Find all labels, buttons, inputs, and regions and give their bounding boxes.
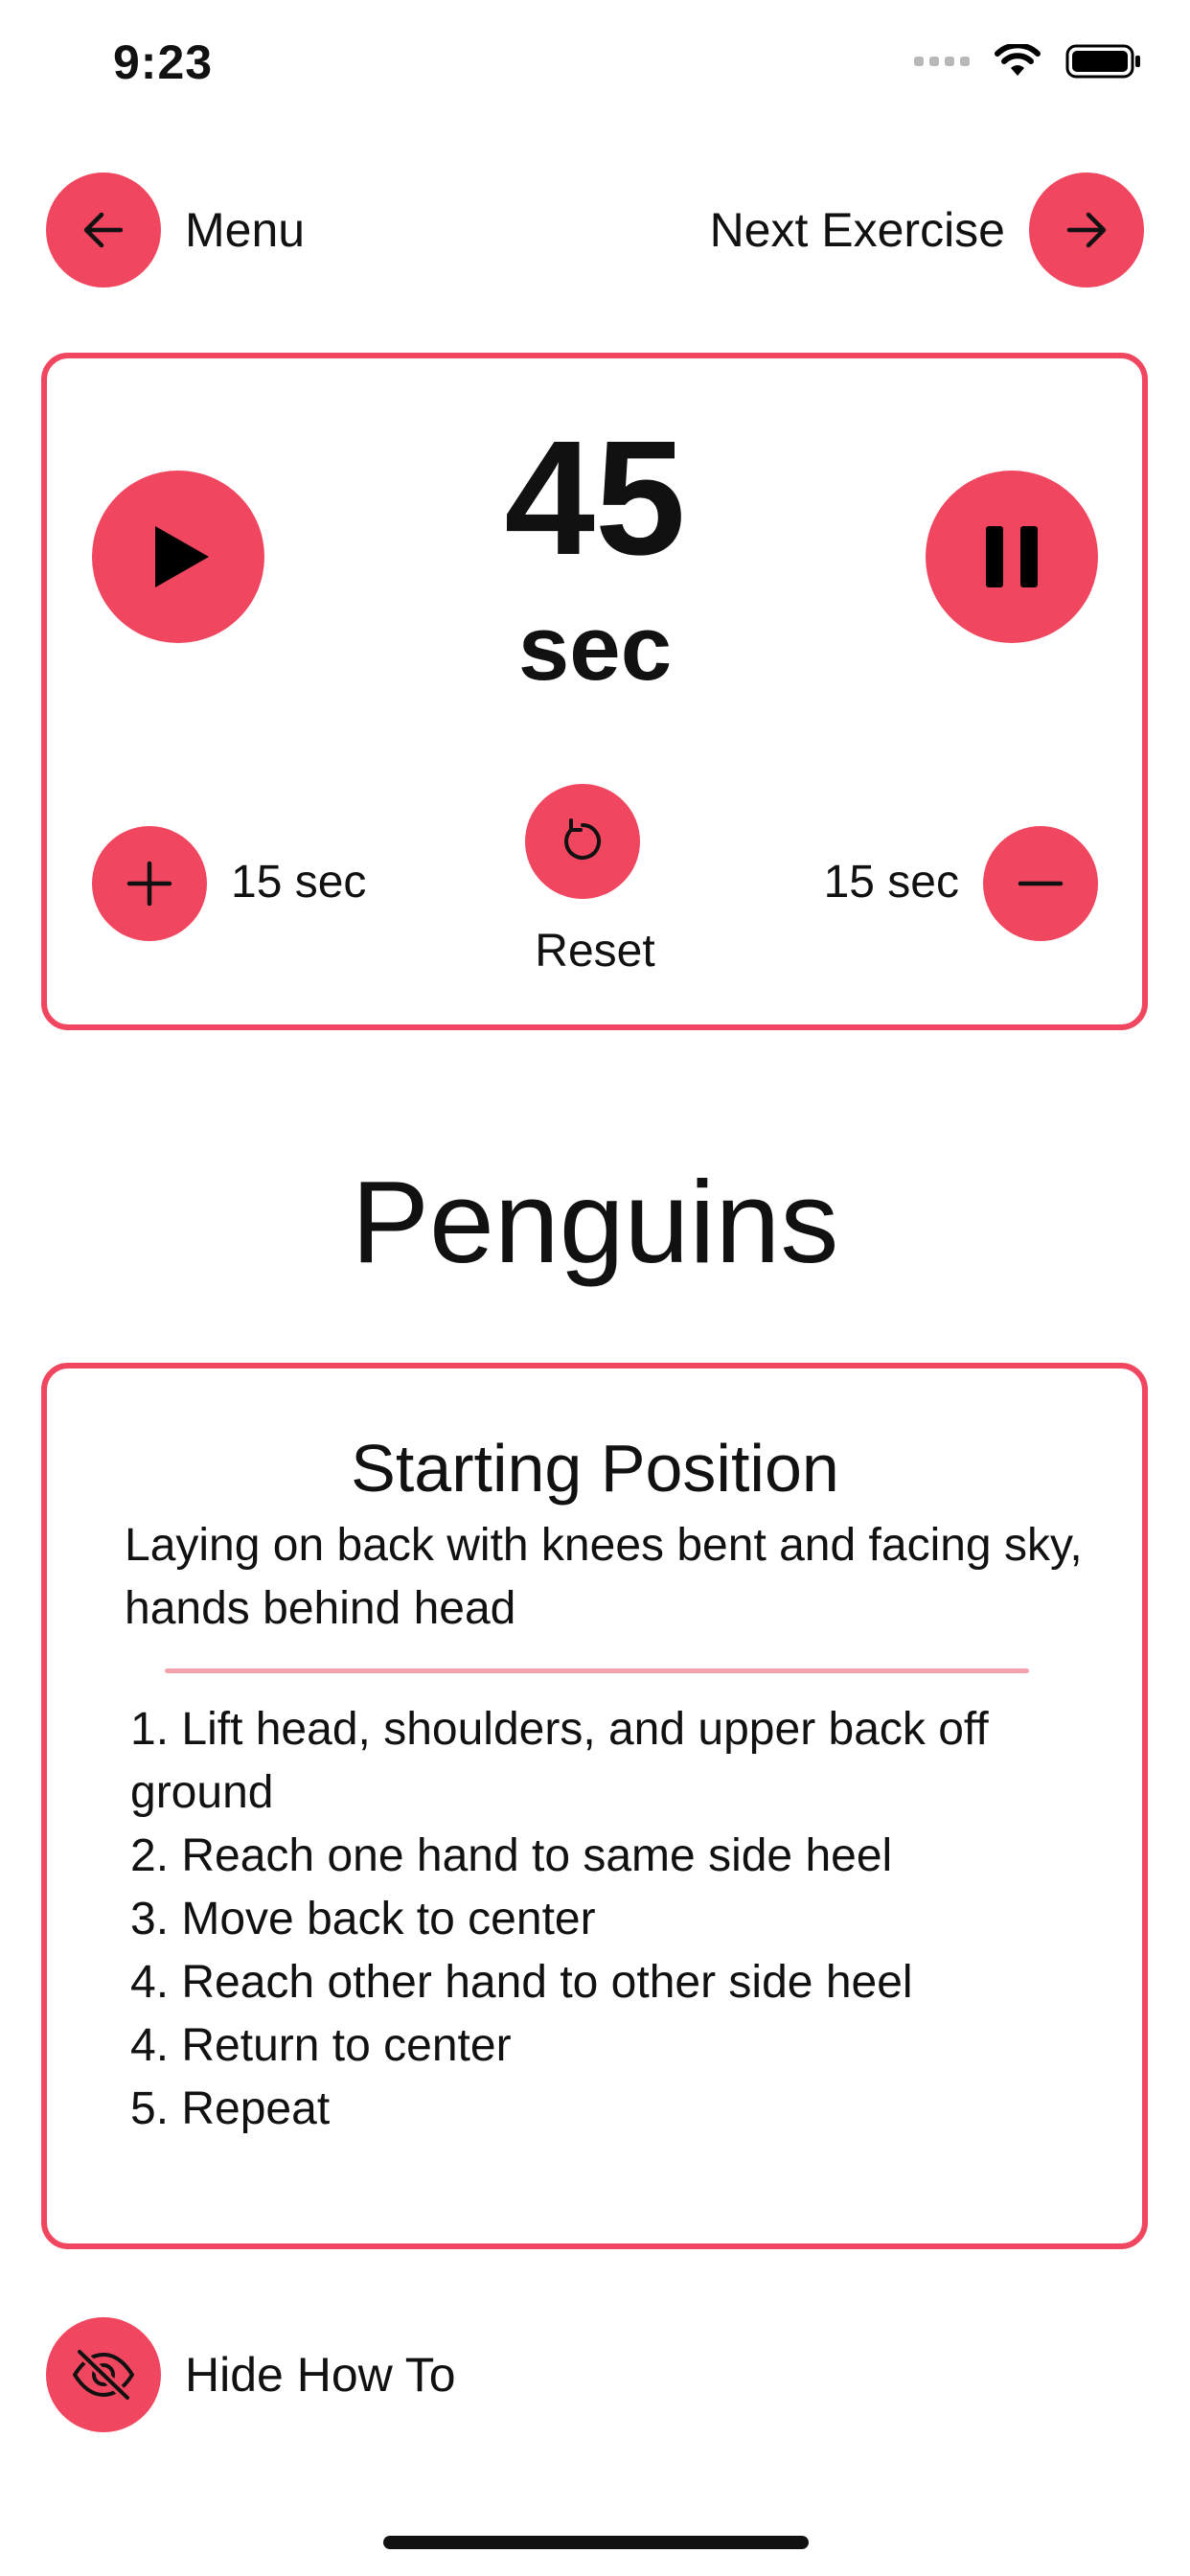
subtract-time-label: 15 sec [823,857,959,908]
hide-how-to-label[interactable]: Hide How To [185,2346,456,2404]
steps-list: 1. Lift head, shoulders, and upper back … [130,1698,1079,2141]
hide-how-to-button[interactable] [46,2317,161,2432]
step-item: 2. Reach one hand to same side heel [130,1830,893,1881]
back-to-menu-button[interactable] [46,172,161,288]
arrow-right-icon [1066,212,1107,248]
pause-button[interactable] [926,471,1098,643]
menu-label[interactable]: Menu [185,201,305,259]
next-exercise-label[interactable]: Next Exercise [710,201,1005,259]
battery-icon [1065,44,1140,79]
minus-icon [1018,881,1064,886]
reset-icon [564,818,602,860]
exercise-title: Penguins [351,1157,839,1287]
subtract-time-button[interactable] [983,826,1098,941]
starting-position-description: Laying on back with knees bent and facin… [125,1520,1083,1634]
add-time-button[interactable] [92,826,207,941]
arrow-left-icon [83,212,124,248]
add-time-label: 15 sec [231,857,367,908]
status-time: 9:23 [113,35,214,89]
step-item: 3. Move back to center [130,1894,596,1944]
eye-slash-icon [73,2347,134,2403]
step-item: 4. Return to center [130,2020,512,2071]
step-item: 5. Repeat [130,2083,331,2134]
step-item: 4. Reach other hand to other side heel [130,1957,913,2008]
reset-button[interactable] [525,784,640,899]
starting-position-heading: Starting Position [351,1431,839,1506]
pause-icon [986,526,1038,587]
plus-icon [126,861,172,907]
wifi-icon [995,44,1041,76]
step-item: 1. Lift head, shoulders, and upper back … [130,1704,989,1818]
next-exercise-button[interactable] [1029,172,1144,288]
divider [165,1668,1029,1673]
home-indicator[interactable] [383,2536,809,2549]
status-icons [914,42,1142,80]
cellular-signal-icon [914,57,970,66]
